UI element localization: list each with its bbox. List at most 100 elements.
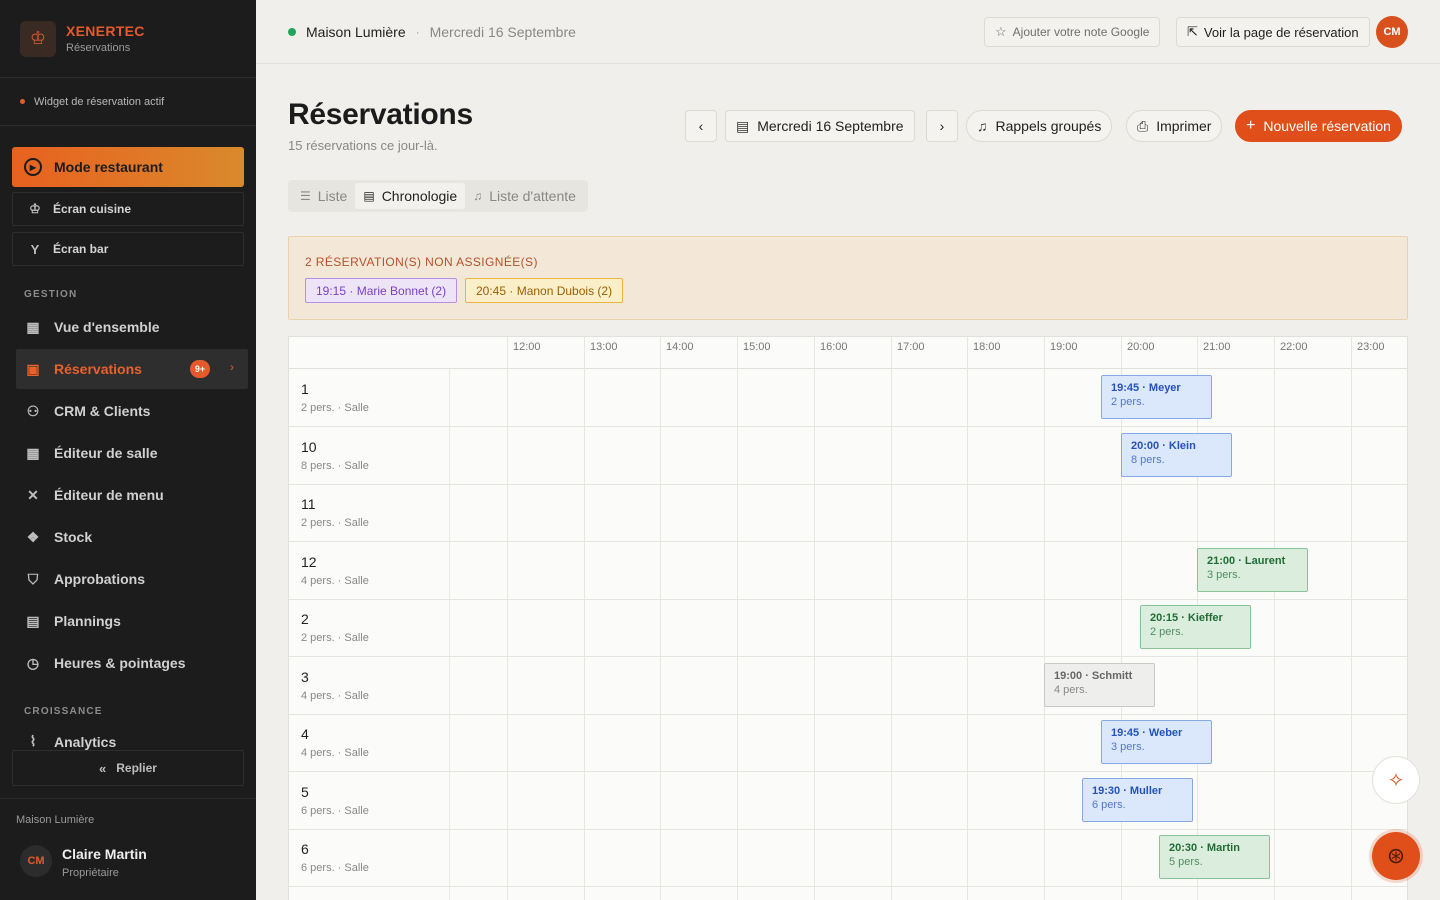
table-row[interactable]: 4 4 pers. · Salle 19:45 · Weber 3 pers.	[289, 714, 1407, 772]
ai-assistant-button[interactable]: ✧	[1372, 756, 1420, 804]
table-meta: 2 pers. · Salle	[301, 517, 369, 529]
chef-hat-icon: ♔	[20, 20, 56, 57]
sidebar-footer: Maison Lumière CM Claire Martin Propriét…	[0, 798, 256, 900]
list-icon: ☰	[300, 189, 311, 203]
reservation-block[interactable]: 19:00 · Schmitt 4 pers.	[1044, 663, 1155, 707]
sidebar-item-menu-editor[interactable]: ✕ Éditeur de menu	[16, 475, 248, 515]
reservation-title: 20:30 · Martin	[1169, 842, 1240, 854]
kitchen-screen-button[interactable]: ♔ Écran cuisine	[12, 192, 244, 226]
table-row[interactable]: 11 2 pers. · Salle	[289, 484, 1407, 542]
reservation-block[interactable]: 20:15 · Kieffer 2 pers.	[1140, 605, 1251, 649]
online-dot-icon	[288, 27, 296, 36]
table-row[interactable]: 3 4 pers. · Salle 19:00 · Schmitt 4 pers.	[289, 657, 1407, 715]
brand[interactable]: ♔ XENERTEC Réservations	[0, 0, 256, 78]
table-name: 12	[301, 554, 317, 570]
table-name: 4	[301, 726, 309, 742]
sidebar-item-floor-editor[interactable]: ▦ Éditeur de salle	[16, 433, 248, 473]
timeline-icon: ▤	[363, 189, 375, 203]
sidebar-item-label: Analytics	[54, 734, 117, 750]
sidebar-item-reservations[interactable]: ▣ Réservations 9+ ›	[16, 349, 248, 389]
notification-badge: 9+	[190, 360, 210, 378]
footer-venue: Maison Lumière	[16, 814, 95, 826]
boxes-icon: ❖	[26, 528, 40, 545]
unassigned-reservation-chip[interactable]: 20:45 · Manon Dubois (2)	[465, 278, 624, 303]
grouped-reminders-button[interactable]: ♫ Rappels groupés	[966, 110, 1113, 142]
avatar[interactable]: CM	[1376, 16, 1408, 48]
table-meta: 8 pers. · Salle	[301, 460, 369, 472]
brand-name: XENERTEC	[66, 23, 145, 39]
new-reservation-button[interactable]: + Nouvelle réservation	[1235, 110, 1402, 142]
restaurant-mode-button[interactable]: ▶ Mode restaurant	[12, 147, 244, 187]
unassigned-reservations-panel: 2 RÉSERVATION(S) NON ASSIGNÉE(S) 19:15 ·…	[288, 236, 1408, 320]
unassigned-reservation-chip[interactable]: 19:15 · Marie Bonnet (2)	[305, 278, 458, 303]
new-reservation-label: Nouvelle réservation	[1263, 118, 1391, 134]
reservation-block[interactable]: 19:30 · Muller 6 pers.	[1082, 778, 1193, 822]
reservation-block[interactable]: 20:30 · Martin 5 pers.	[1159, 835, 1270, 879]
reservation-party-size: 6 pers.	[1092, 799, 1126, 811]
table-name: 5	[301, 784, 309, 800]
reservation-title: 19:45 · Weber	[1111, 727, 1183, 739]
tab-waitlist[interactable]: ♫ Liste d'attente	[465, 183, 584, 209]
reservation-block[interactable]: 19:45 · Meyer 2 pers.	[1101, 375, 1212, 419]
star-icon: ☆	[995, 24, 1007, 39]
google-review-button[interactable]: ☆ Ajouter votre note Google	[984, 17, 1161, 47]
sidebar-item-hours[interactable]: ◷ Heures & pointages	[16, 643, 248, 683]
collapse-label: Replier	[116, 761, 157, 775]
table-meta: 4 pers. · Salle	[301, 747, 369, 759]
table-name: 2	[301, 611, 309, 627]
sidebar-item-overview[interactable]: ▦ Vue d'ensemble	[16, 307, 248, 347]
print-button[interactable]: ⎙ Imprimer	[1126, 110, 1223, 142]
chevron-right-icon: ›	[230, 360, 234, 374]
sidebar-item-schedules[interactable]: ▤ Plannings	[16, 601, 248, 641]
table-name: 11	[301, 496, 316, 512]
reservation-party-size: 4 pers.	[1054, 684, 1088, 696]
table-row[interactable]: 10 8 pers. · Salle 20:00 · Klein 8 pers.	[289, 427, 1407, 485]
table-name: 1	[301, 381, 309, 397]
hour-label: 18:00	[973, 341, 1001, 353]
hour-label: 22:00	[1280, 341, 1308, 353]
collapse-sidebar-button[interactable]: « Replier	[12, 750, 244, 786]
table-row[interactable]: 5 6 pers. · Salle 19:30 · Muller 6 pers.	[289, 772, 1407, 830]
user-name[interactable]: Claire Martin	[62, 846, 147, 862]
reservation-block[interactable]: 21:00 · Laurent 3 pers.	[1197, 548, 1308, 592]
sidebar-item-approvals[interactable]: ⛉ Approbations	[16, 559, 248, 599]
bar-screen-button[interactable]: Y Écran bar	[12, 232, 244, 266]
table-row[interactable]: 6 6 pers. · Salle 20:30 · Martin 5 pers.	[289, 829, 1407, 887]
tab-timeline[interactable]: ▤ Chronologie	[355, 183, 466, 209]
tab-label: Chronologie	[381, 188, 458, 204]
table-row[interactable]: 2 2 pers. · Salle 20:15 · Kieffer 2 pers.	[289, 599, 1407, 657]
kitchen-screen-label: Écran cuisine	[53, 202, 132, 216]
chef-hat-icon: ♔	[29, 201, 41, 216]
date-picker-button[interactable]: ▤ Mercredi 16 Septembre	[725, 110, 915, 142]
avatar[interactable]: CM	[20, 845, 52, 877]
sidebar: ♔ XENERTEC Réservations Widget de réserv…	[0, 0, 256, 900]
reservation-title: 21:00 · Laurent	[1207, 555, 1286, 567]
sidebar-item-stock[interactable]: ❖ Stock	[16, 517, 248, 557]
chevron-right-icon: ›	[939, 118, 945, 134]
sidebar-item-label: Éditeur de menu	[54, 487, 164, 503]
table-row[interactable]: 12 4 pers. · Salle 21:00 · Laurent 3 pers.	[289, 542, 1407, 600]
sidebar-item-label: Réservations	[54, 361, 142, 377]
sidebar-item-analytics[interactable]: ⌇ Analytics	[16, 724, 248, 751]
play-circle-icon: ▶	[24, 158, 42, 176]
previous-day-button[interactable]: ‹	[685, 110, 717, 142]
tab-list[interactable]: ☰ Liste	[292, 183, 355, 209]
layout-icon: ▦	[26, 444, 40, 461]
help-button[interactable]: ⊛	[1372, 832, 1420, 880]
google-review-label: Ajouter votre note Google	[1012, 25, 1150, 39]
view-tabs: ☰ Liste ▤ Chronologie ♫ Liste d'attente	[288, 180, 588, 212]
user-role: Propriétaire	[62, 867, 119, 879]
cocktail-icon: Y	[30, 241, 40, 257]
booking-page-label: Voir la page de réservation	[1203, 24, 1359, 40]
booking-page-button[interactable]: ⇱ Voir la page de réservation	[1176, 17, 1370, 47]
reservation-block[interactable]: 19:45 · Weber 3 pers.	[1101, 720, 1212, 764]
table-name: 3	[301, 669, 309, 685]
widget-status: Widget de réservation actif	[0, 78, 256, 126]
reservation-block[interactable]: 20:00 · Klein 8 pers.	[1121, 433, 1232, 477]
separator: ·	[415, 24, 420, 39]
sidebar-item-label: Approbations	[54, 571, 145, 587]
sidebar-item-crm[interactable]: ⚇ CRM & Clients	[16, 391, 248, 431]
next-day-button[interactable]: ›	[926, 110, 958, 142]
table-row[interactable]: 1 2 pers. · Salle 19:45 · Meyer 2 pers.	[289, 369, 1407, 427]
print-label: Imprimer	[1156, 118, 1212, 134]
